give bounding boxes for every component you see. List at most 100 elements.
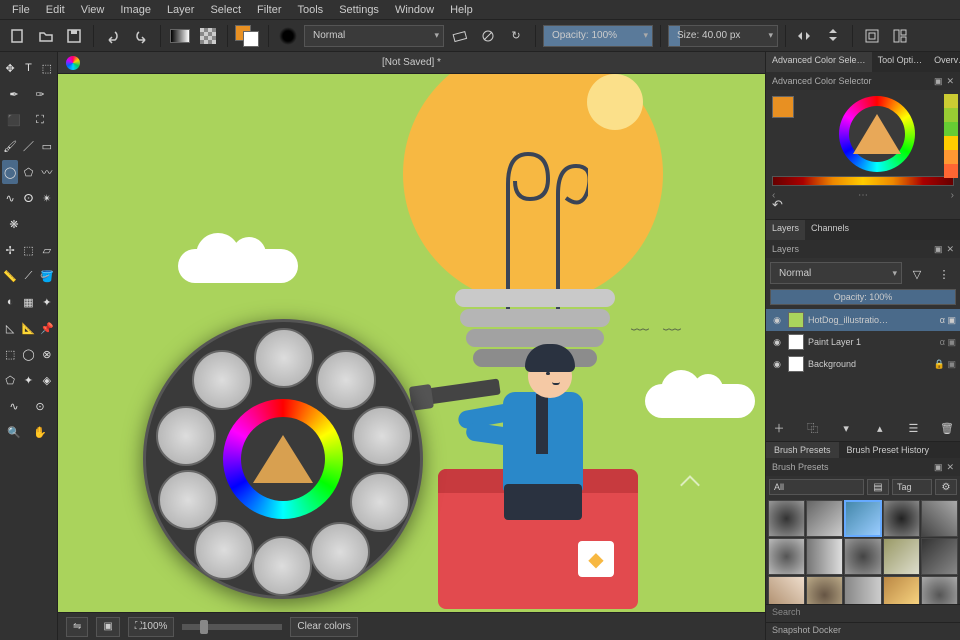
alpha-lock-toggle[interactable] <box>476 24 500 48</box>
menu-settings[interactable]: Settings <box>331 2 387 18</box>
polyline-tool[interactable]: 〰 <box>39 160 55 184</box>
open-file-button[interactable] <box>34 24 58 48</box>
multibrush-tool[interactable]: ❋ <box>2 212 26 236</box>
brush-preset[interactable] <box>883 538 920 575</box>
lasso-select-tool[interactable]: ⊗ <box>39 342 55 366</box>
polygon-tool[interactable]: ⬠ <box>20 160 36 184</box>
assist-tool[interactable]: ◺ <box>2 316 18 340</box>
undo-button[interactable] <box>101 24 125 48</box>
tab-tool-options[interactable]: Tool Opti… <box>872 52 929 72</box>
calligraphy-tool[interactable]: ✒ <box>2 82 26 106</box>
brush-preset[interactable] <box>768 500 805 537</box>
move-layer-tool[interactable]: ✢ <box>2 238 18 262</box>
snapshot-docker-title[interactable]: Snapshot Docker <box>766 622 960 640</box>
brush-view-button[interactable]: ▤ <box>867 479 889 495</box>
brush-preset[interactable] <box>921 576 958 604</box>
menu-layer[interactable]: Layer <box>159 2 203 18</box>
delete-layer-button[interactable]: 🗑 <box>938 419 956 437</box>
assist-handle[interactable] <box>680 475 700 495</box>
zoom-reset-button[interactable]: ⛶ 100% <box>128 617 175 637</box>
brush-size-slider[interactable]: Size: 40.00 px <box>668 25 778 47</box>
brush-filter-dropdown[interactable]: All <box>769 479 864 495</box>
popup-brush-slot[interactable] <box>192 350 252 410</box>
hue-ring[interactable] <box>839 96 915 172</box>
float-icon[interactable]: ▣ <box>934 244 943 255</box>
menu-tools[interactable]: Tools <box>290 2 332 18</box>
mirror-v-button[interactable] <box>821 24 845 48</box>
zoom-tool[interactable]: 🔍 <box>2 420 26 444</box>
mirror-h-button[interactable] <box>793 24 817 48</box>
brush-preset[interactable] <box>806 538 843 575</box>
layer-blend-dropdown[interactable]: Normal <box>770 262 902 284</box>
gradient-preset[interactable] <box>168 24 192 48</box>
brush-tag-dropdown[interactable]: Tag <box>892 479 932 495</box>
popup-brush-slot[interactable] <box>316 350 376 410</box>
new-file-button[interactable] <box>6 24 30 48</box>
dynamic-brush-tool[interactable]: ✴ <box>39 186 55 210</box>
popup-color-triangle[interactable] <box>253 435 313 483</box>
add-layer-button[interactable]: ＋ <box>770 419 788 437</box>
popup-brush-slot[interactable] <box>352 406 412 466</box>
eraser-toggle[interactable] <box>448 24 472 48</box>
move-down-button[interactable]: ▾ <box>837 419 855 437</box>
shade-bar[interactable] <box>772 176 954 186</box>
layer-row[interactable]: ◉Background🔒 ▣ <box>766 353 960 375</box>
ellipse-tool[interactable]: ◯ <box>2 160 18 184</box>
clear-colors-button[interactable]: Clear colors <box>290 617 357 637</box>
float-icon[interactable]: ▣ <box>934 462 943 473</box>
brush-search[interactable]: Search <box>766 604 960 622</box>
zoom-slider[interactable] <box>182 624 282 630</box>
bezier-tool[interactable]: ∿ <box>2 186 18 210</box>
save-button[interactable] <box>62 24 86 48</box>
menu-edit[interactable]: Edit <box>38 2 73 18</box>
layer-row[interactable]: ◉HotDog_illustratio…α ▣ <box>766 309 960 331</box>
shape-edit-tool[interactable]: ⬚ <box>39 56 55 80</box>
fill-tool[interactable]: 🪣 <box>39 264 55 288</box>
rect-select-tool[interactable]: ⬚ <box>2 342 18 366</box>
line-tool[interactable]: ／ <box>20 134 36 158</box>
smart-fill-tool[interactable]: ✦ <box>39 290 55 314</box>
canvas[interactable]: ﹏﹏ ◆ <box>58 74 765 612</box>
brush-preset[interactable] <box>921 538 958 575</box>
layer-row[interactable]: ◉Paint Layer 1α ▣ <box>766 331 960 353</box>
similar-select-tool[interactable]: ◈ <box>39 368 55 392</box>
pan-tool[interactable]: ✋ <box>28 420 52 444</box>
brush-preset[interactable] <box>921 500 958 537</box>
tab-channels[interactable]: Channels <box>805 220 855 240</box>
close-icon[interactable]: ✕ <box>946 244 954 255</box>
popup-brush-slot[interactable] <box>194 520 254 580</box>
brush-settings-button[interactable]: ⚙ <box>935 479 957 495</box>
duplicate-layer-button[interactable]: ⿻ <box>804 419 822 437</box>
filter-icon[interactable]: ▽ <box>905 262 929 286</box>
brush-preset[interactable] <box>844 538 881 575</box>
brush-preset-button[interactable] <box>276 24 300 48</box>
popup-palette[interactable] <box>143 319 423 599</box>
visibility-icon[interactable]: ◉ <box>770 337 784 348</box>
tab-overview[interactable]: Overv… <box>928 52 960 72</box>
close-icon[interactable]: ✕ <box>946 462 954 473</box>
popup-brush-slot[interactable] <box>254 328 314 388</box>
pattern-tool[interactable]: ▦ <box>20 290 36 314</box>
brush-preset[interactable] <box>883 576 920 604</box>
popup-brush-slot[interactable] <box>310 522 370 582</box>
transform-tool[interactable]: ⬛ <box>2 108 26 132</box>
visibility-icon[interactable]: ◉ <box>770 315 784 326</box>
history-back-icon[interactable]: ↶ <box>772 197 783 213</box>
ellipse-select-tool[interactable]: ◯ <box>20 342 36 366</box>
color-triangle[interactable] <box>853 114 901 154</box>
move-up-button[interactable]: ▴ <box>871 419 889 437</box>
tab-color-selector[interactable]: Advanced Color Sele… <box>766 52 872 72</box>
brush-preset[interactable] <box>844 576 881 604</box>
hue-column[interactable] <box>944 94 958 178</box>
crop-tool[interactable]: ⛶ <box>28 108 52 132</box>
ruler-tool[interactable]: 📐 <box>20 316 36 340</box>
fg-color-swatch[interactable] <box>772 96 794 118</box>
blend-mode-dropdown[interactable]: Normal <box>304 25 444 47</box>
canvas-only-button[interactable]: ▣ <box>96 617 119 637</box>
opacity-slider[interactable]: Opacity: 100% <box>543 25 653 47</box>
menu-file[interactable]: File <box>4 2 38 18</box>
reload-preset[interactable]: ↻ <box>504 24 528 48</box>
menu-window[interactable]: Window <box>387 2 442 18</box>
float-icon[interactable]: ▣ <box>934 76 943 87</box>
ref-tool[interactable]: 📌 <box>39 316 55 340</box>
